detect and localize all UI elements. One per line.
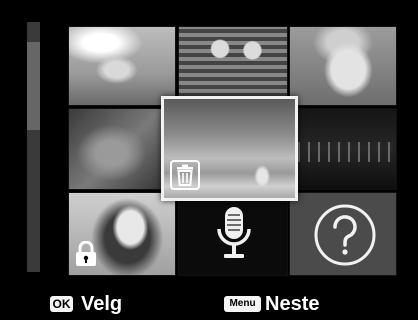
thumbnail-voice-memo[interactable] xyxy=(178,192,288,276)
lock-icon xyxy=(75,240,97,267)
thumbnail-6[interactable] xyxy=(289,108,397,190)
trash-icon xyxy=(170,160,200,190)
selected-thumbnail[interactable] xyxy=(161,96,298,201)
select-label: Velg xyxy=(81,293,123,315)
thumbnail-1[interactable] xyxy=(68,26,176,106)
question-mark-icon xyxy=(311,201,379,269)
thumbnail-4[interactable] xyxy=(68,108,176,190)
next-label: Neste xyxy=(265,293,320,315)
ok-key-badge: OK xyxy=(50,296,73,312)
scrollbar[interactable] xyxy=(27,22,40,272)
microphone-icon xyxy=(214,205,254,265)
thumbnail-unknown-file[interactable] xyxy=(289,192,397,276)
bottom-hint-bar: OK Velg Menu Neste xyxy=(0,287,418,320)
menu-key-badge: Menu xyxy=(224,296,261,312)
thumbnail-7[interactable] xyxy=(68,192,176,276)
thumbnail-2[interactable] xyxy=(178,26,288,106)
playback-screen: OK Velg Menu Neste xyxy=(0,0,418,320)
scrollbar-thumb[interactable] xyxy=(27,42,40,130)
thumbnail-3[interactable] xyxy=(289,26,397,106)
